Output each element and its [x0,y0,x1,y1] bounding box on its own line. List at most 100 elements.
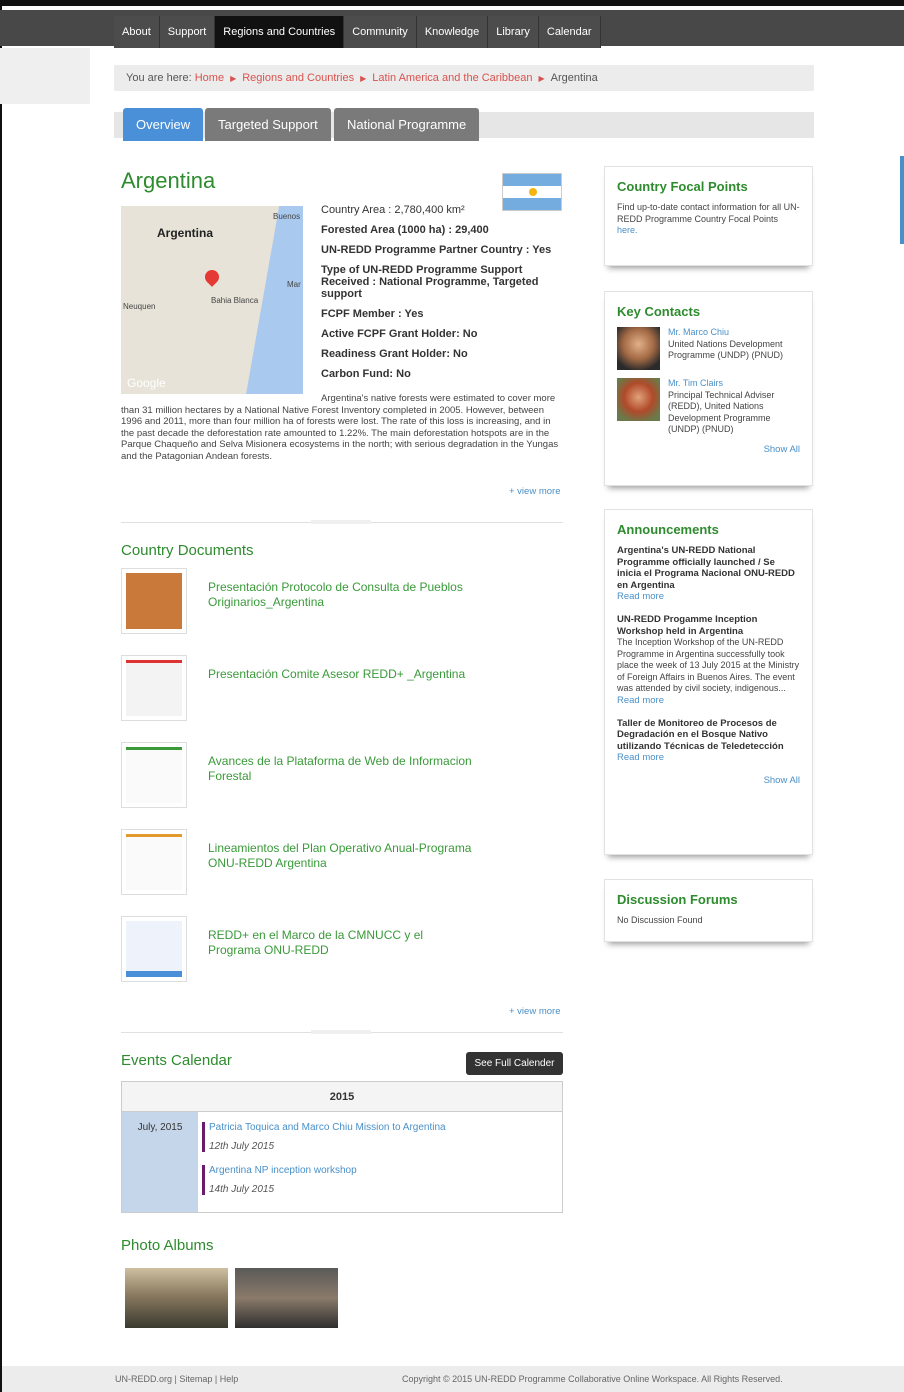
breadcrumb-regions[interactable]: Regions and Countries [242,72,354,84]
tab-overview[interactable]: Overview [123,108,204,141]
event-date: 14th July 2015 [209,1184,275,1195]
page-title: Argentina [121,168,216,193]
announcement-title: Argentina's UN-REDD National Programme o… [617,545,795,591]
document-link[interactable]: Avances de la Plataforma de Web de Infor… [208,754,478,784]
nav-community[interactable]: Community [344,16,417,48]
calendar-event[interactable]: Argentina NP inception workshop 14th Jul… [202,1165,357,1195]
focal-points-text: Find up-to-date contact information for … [617,202,800,224]
fact-carbon-fund: Carbon Fund: No [321,368,411,380]
chevron-right-icon: ▶ [230,73,237,83]
divider [121,1030,563,1034]
breadcrumb-current: Argentina [550,72,598,84]
document-thumbnail[interactable] [121,829,187,895]
photo-album-thumbnail[interactable] [125,1268,228,1328]
event-title[interactable]: Patricia Toquica and Marco Chiu Mission … [209,1122,446,1133]
nav-support[interactable]: Support [159,16,216,48]
announcement-item: Argentina's UN-REDD National Programme o… [617,545,800,602]
contacts-show-all-link[interactable]: Show All [617,444,800,455]
nav-about[interactable]: About [114,16,160,48]
document-link[interactable]: Presentación Protocolo de Consulta de Pu… [208,580,478,610]
breadcrumb-prefix: You are here: [126,72,192,84]
country-map[interactable]: Argentina Buenos Mar Bahia Blanca Neuque… [121,206,303,394]
focal-points-title: Country Focal Points [617,179,748,194]
announcements-show-all-link[interactable]: Show All [617,775,800,786]
map-label-bahia: Bahia Blanca [211,296,259,305]
footer: UN-REDD.org | Sitemap | Help Copyright ©… [2,1366,904,1392]
announcement-title: UN-REDD Progamme Inception Workshop held… [617,614,758,637]
announcement-body: The Inception Workshop of the UN-REDD Pr… [617,637,800,693]
map-label-country: Argentina [157,226,214,240]
chevron-right-icon: ▶ [538,73,545,83]
fact-forested: Forested Area (1000 ha) : 29,400 [321,224,489,236]
events-title: Events Calendar [121,1052,232,1069]
photo-album-thumbnail[interactable] [235,1268,338,1328]
nav-knowledge[interactable]: Knowledge [416,16,489,48]
calendar-month: July, 2015 [122,1112,198,1212]
fact-partner: UN-REDD Programme Partner Country : Yes [321,244,552,256]
photo-albums-title: Photo Albums [121,1237,214,1254]
event-title[interactable]: Argentina NP inception workshop [209,1165,357,1176]
fact-readiness: Readiness Grant Holder: No [321,348,468,360]
side-strip [0,48,90,104]
map-label-mar: Mar [287,280,301,289]
contact-item: Mr. Tim Clairs Principal Technical Advis… [617,378,800,436]
breadcrumb-home[interactable]: Home [195,72,224,84]
focal-points-link[interactable]: here. [617,225,638,235]
event-date: 12th July 2015 [209,1141,275,1152]
key-contacts-panel: Key Contacts Mr. Marco Chiu United Natio… [604,291,813,486]
documents-title: Country Documents [121,542,254,559]
read-more-link[interactable]: Read more [617,695,800,706]
document-thumbnail[interactable] [121,916,187,982]
announcement-item: Taller de Monitoreo de Procesos de Degra… [617,718,800,764]
full-calendar-button[interactable]: See Full Calender [466,1052,563,1075]
overview-view-more-link[interactable]: + view more [509,486,560,497]
discussion-forums-panel: Discussion Forums No Discussion Found [604,879,813,942]
breadcrumb-latam[interactable]: Latin America and the Caribbean [372,72,532,84]
nav-calendar[interactable]: Calendar [538,16,601,48]
nav-regions[interactable]: Regions and Countries [215,16,345,48]
announcement-item: UN-REDD Progamme Inception Workshop held… [617,614,800,706]
contact-role: Principal Technical Adviser (REDD), Unit… [668,389,775,435]
feedback-tab[interactable] [900,156,904,244]
map-label-neuquen: Neuquen [123,302,156,311]
google-logo: Google [127,376,166,390]
calendar-year: 2015 [122,1082,562,1112]
fact-support-type: Type of UN-REDD Programme Support Receiv… [321,264,539,300]
main-nav: About Support Regions and Countries Comm… [114,16,601,48]
tab-national-programme[interactable]: National Programme [334,108,480,141]
forums-empty-text: No Discussion Found [617,915,703,925]
footer-links[interactable]: UN-REDD.org | Sitemap | Help [115,1374,238,1384]
announcement-title: Taller de Monitoreo de Procesos de Degra… [617,717,784,752]
documents-view-more-link[interactable]: + view more [509,1006,560,1017]
chevron-right-icon: ▶ [360,73,367,83]
document-thumbnail[interactable] [121,655,187,721]
divider [121,520,563,524]
map-label-buenos: Buenos [273,212,301,221]
contact-item: Mr. Marco Chiu United Nations Developmen… [617,327,800,370]
document-thumbnail[interactable] [121,568,187,634]
contact-name-link[interactable]: Mr. Tim Clairs [668,378,723,388]
calendar-event[interactable]: Patricia Toquica and Marco Chiu Mission … [202,1122,446,1152]
fact-fcpf: FCPF Member : Yes [321,308,424,320]
key-contacts-title: Key Contacts [617,304,701,319]
footer-copyright: Copyright © 2015 UN-REDD Programme Colla… [402,1374,783,1384]
document-link[interactable]: Presentación Comite Asesor REDD+ _Argent… [208,667,478,682]
announcements-panel: Announcements Argentina's UN-REDD Nation… [604,509,813,855]
document-link[interactable]: REDD+ en el Marco de la CMNUCC y el Prog… [208,928,478,958]
events-calendar-table: 2015 July, 2015 Patricia Toquica and Mar… [121,1081,563,1213]
read-more-link[interactable]: Read more [617,752,800,763]
contact-role: United Nations Development Programme (UN… [668,338,784,361]
nav-library[interactable]: Library [488,16,539,48]
country-description: Argentina's native forests were estimate… [121,393,559,462]
fact-area: Country Area : 2,780,400 km² [321,204,465,216]
document-link[interactable]: Lineamientos del Plan Operativo Anual-Pr… [208,841,478,871]
avatar [617,378,660,421]
tab-targeted-support[interactable]: Targeted Support [205,108,331,141]
document-thumbnail[interactable] [121,742,187,808]
map-pin-icon[interactable] [202,267,222,287]
contact-name-link[interactable]: Mr. Marco Chiu [668,327,729,337]
focal-points-panel: Country Focal Points Find up-to-date con… [604,166,813,266]
read-more-link[interactable]: Read more [617,591,800,602]
fact-active-fcpf: Active FCPF Grant Holder: No [321,328,478,340]
avatar [617,327,660,370]
